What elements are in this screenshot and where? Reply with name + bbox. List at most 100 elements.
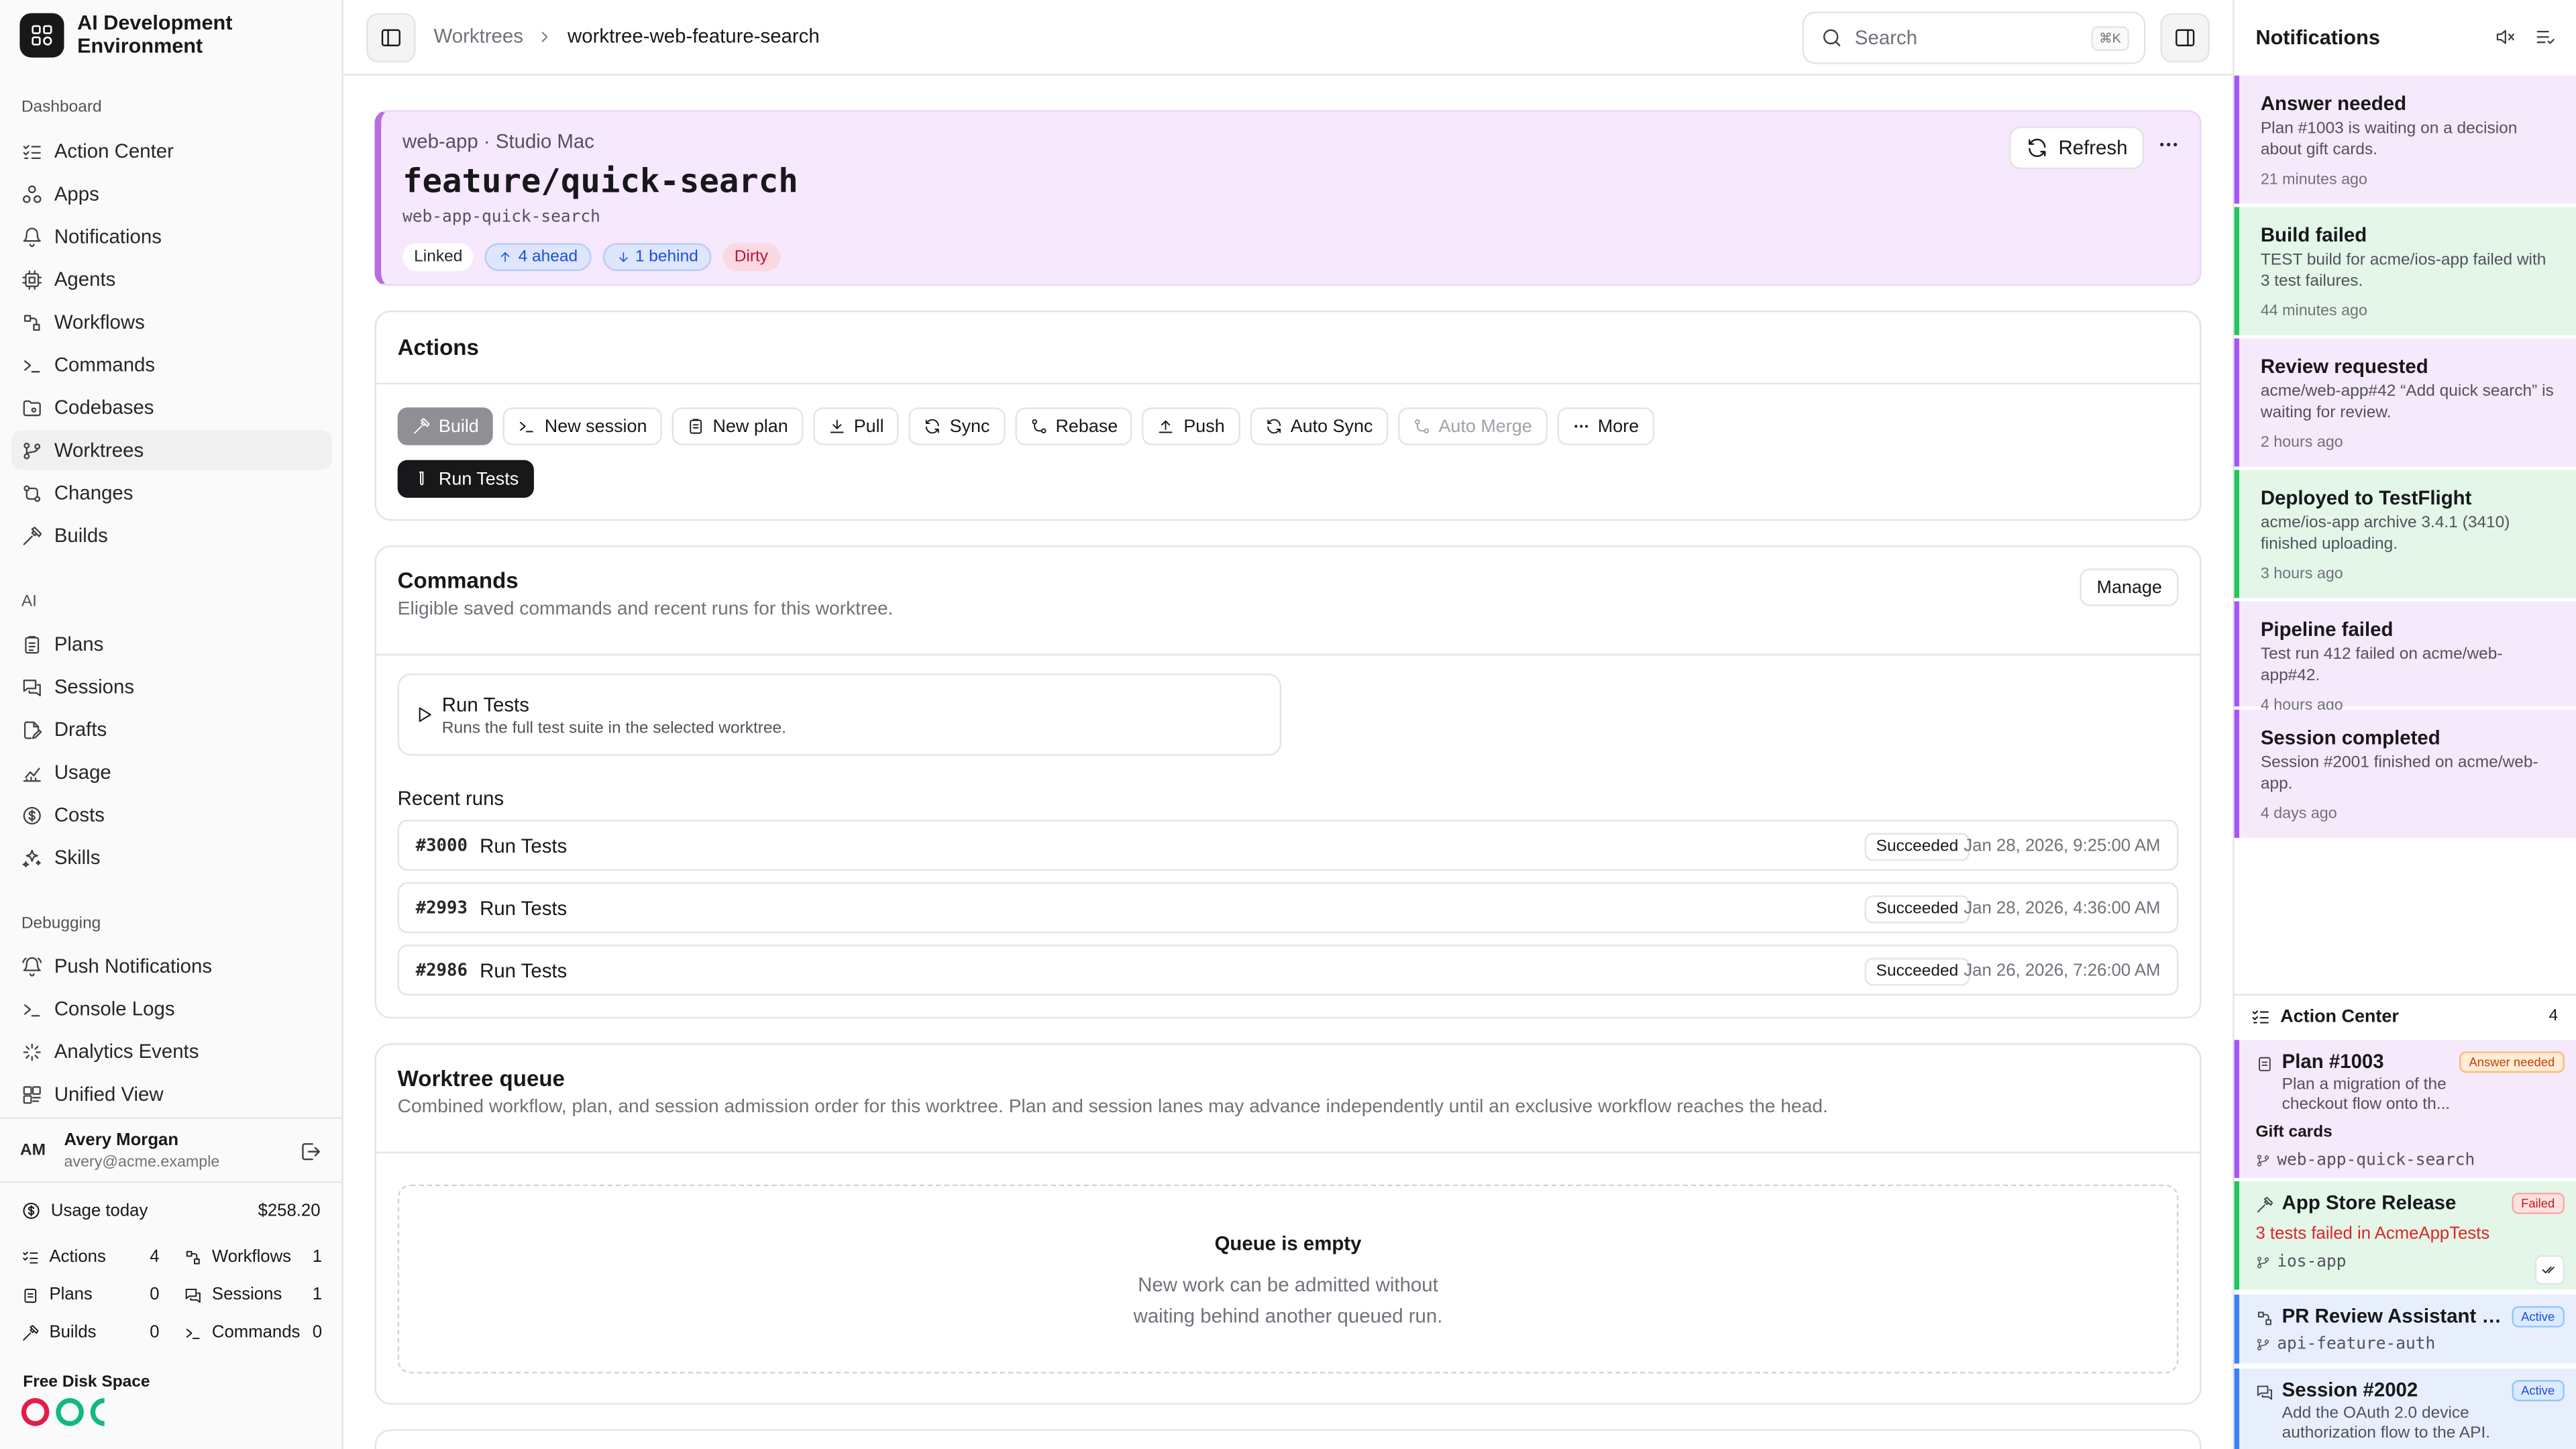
clipboard-icon [2259,1057,2271,1071]
more-options-button[interactable] [2157,133,2180,156]
disk-ring-3[interactable] [85,1392,124,1432]
run-tests-button[interactable]: Run Tests [397,460,534,498]
commands-card: Commands Eligible saved commands and rec… [374,545,2202,1019]
refresh-button[interactable]: Refresh [2009,126,2144,170]
notification-item[interactable]: Review requested acme/web-app#42 “Add qu… [2234,338,2576,467]
notification-title: Session completed [2260,726,2440,749]
sidebar-item-unified-view[interactable]: Unified View [11,1075,332,1114]
new-session-button[interactable]: New session [503,407,662,445]
stat-label: Commands [211,1322,301,1342]
sidebar-toggle-button[interactable] [366,13,416,63]
git-rebase-icon [1031,419,1046,434]
action-item-session[interactable]: Session #2002 Active Add the OAuth 2.0 d… [2234,1368,2576,1449]
build-button[interactable]: Build [397,407,494,445]
auto-sync-button[interactable]: Auto Sync [1249,407,1388,445]
more-actions-button[interactable]: More [1556,407,1654,445]
disk-ring-1[interactable] [21,1398,50,1426]
mute-icon[interactable] [2494,26,2516,48]
notifications-panel-toggle-button[interactable] [2160,13,2210,63]
sidebar-item-costs[interactable]: Costs [11,795,332,835]
run-time: Jan 28, 2026, 4:36:00 AM [1964,898,2161,918]
notification-item[interactable]: Session completed Session #2001 finished… [2234,709,2576,838]
panel-left-icon [381,29,400,46]
hammer-icon [2257,1197,2273,1213]
action-center-header[interactable]: Action Center 4 [2234,994,2576,1038]
search-input[interactable]: Search ⌘K [1802,11,2146,64]
sidebar-item-codebases[interactable]: Codebases [11,388,332,427]
sync-button[interactable]: Sync [908,407,1005,445]
button-label: New session [544,416,647,437]
sidebar-item-sessions[interactable]: Sessions [11,667,332,706]
stat-sessions[interactable]: Sessions 1 [184,1285,322,1305]
sidebar-item-label: Agents [54,268,116,291]
workflow-icon [186,1250,200,1264]
push-button[interactable]: Push [1142,407,1240,445]
action-item-branch: ios-app [2255,1254,2564,1272]
sidebar-item-label: Console Logs [54,997,175,1020]
action-item-plan[interactable]: Plan #1003 Answer needed Plan a migratio… [2234,1040,2576,1178]
notification-item[interactable]: Deployed to TestFlight acme/ios-app arch… [2234,470,2576,598]
pull-button[interactable]: Pull [812,407,899,445]
git-branch-icon [2257,1338,2269,1351]
brand[interactable]: AI Development Environment [19,12,274,58]
sidebar-item-action-center[interactable]: Action Center [11,131,332,171]
sidebar-item-skills[interactable]: Skills [11,838,332,877]
action-item-error: 3 tests failed in AcmeAppTests [2255,1224,2490,1244]
breadcrumb-worktrees[interactable]: Worktrees [434,25,523,48]
terminal-icon [186,1328,200,1338]
auto-merge-button[interactable]: Auto Merge [1397,407,1547,445]
stat-commands[interactable]: Commands 0 [184,1322,322,1342]
sidebar-item-notifications[interactable]: Notifications [11,217,332,256]
logout-button[interactable] [299,1140,322,1163]
sidebar-item-workflows[interactable]: Workflows [11,303,332,342]
action-item-app-store-release[interactable]: App Store Release Failed 3 tests failed … [2234,1181,2576,1290]
action-item-pr-review[interactable]: PR Review Assistant #4... Active api-fea… [2234,1294,2576,1364]
stat-plans[interactable]: Plans 0 [21,1285,160,1305]
new-plan-button[interactable]: New plan [672,407,803,445]
sidebar-item-analytics-events[interactable]: Analytics Events [11,1032,332,1071]
stat-workflows[interactable]: Workflows 1 [184,1247,322,1267]
sidebar-item-usage[interactable]: Usage [11,753,332,792]
disk-ring-2[interactable] [56,1398,84,1426]
worktree-status-badges: Linked 4 ahead 1 behind Dirty [402,243,780,272]
search-shortcut: ⌘K [2090,26,2129,51]
table-row[interactable]: #2986 Run Tests Succeeded Jan 26, 2026, … [397,945,2179,996]
sidebar-item-changes[interactable]: Changes [11,473,332,513]
notification-item[interactable]: Answer needed Plan #1003 is waiting on a… [2234,75,2576,204]
mark-all-read-icon[interactable] [2535,26,2557,48]
messages-icon [23,678,41,696]
sidebar-item-builds[interactable]: Builds [11,516,332,555]
notification-time: 44 minutes ago [2260,302,2367,321]
disk-space-label: Free Disk Space [23,1373,150,1392]
stat-label: Actions [49,1246,106,1267]
stat-builds[interactable]: Builds 0 [21,1322,160,1342]
saved-command-run-tests[interactable]: Run Tests Runs the full test suite in th… [397,674,1282,756]
run-id: #2993 [415,898,468,918]
sidebar-item-apps[interactable]: Apps [11,174,332,214]
sidebar-item-agents[interactable]: Agents [11,260,332,299]
sidebar-item-console-logs[interactable]: Console Logs [11,989,332,1028]
status-badge: Succeeded [1864,895,1970,924]
table-row[interactable]: #2993 Run Tests Succeeded Jan 28, 2026, … [397,882,2179,934]
sidebar-item-plans[interactable]: Plans [11,625,332,664]
sidebar-item-push-notifications[interactable]: Push Notifications [11,947,332,986]
stat-value: 0 [150,1322,160,1342]
sidebar-item-commands[interactable]: Commands [11,345,332,384]
rebase-button[interactable]: Rebase [1014,407,1133,445]
user-profile[interactable]: AM Avery Morgan avery@acme.example [0,1117,342,1183]
app-logo-icon [19,13,64,58]
status-badge: Succeeded [1864,833,1970,861]
notification-item[interactable]: Build failed TEST build for acme/ios-app… [2234,207,2576,335]
acknowledge-button[interactable] [2534,1255,2565,1285]
sidebar-item-drafts[interactable]: Drafts [11,710,332,749]
stat-value: 4 [150,1246,160,1267]
branch-name: web-app-quick-search [2277,1151,2475,1170]
bell-icon [23,227,41,246]
hammer-icon [414,418,430,434]
sidebar-item-worktrees[interactable]: Worktrees [11,430,332,470]
stat-actions[interactable]: Actions 4 [21,1247,160,1267]
sparkles-icon [22,849,41,867]
notification-item[interactable]: Pipeline failed Test run 412 failed on a… [2234,601,2576,714]
manage-button[interactable]: Manage [2080,568,2179,606]
table-row[interactable]: #3000 Run Tests Succeeded Jan 28, 2026, … [397,820,2179,871]
